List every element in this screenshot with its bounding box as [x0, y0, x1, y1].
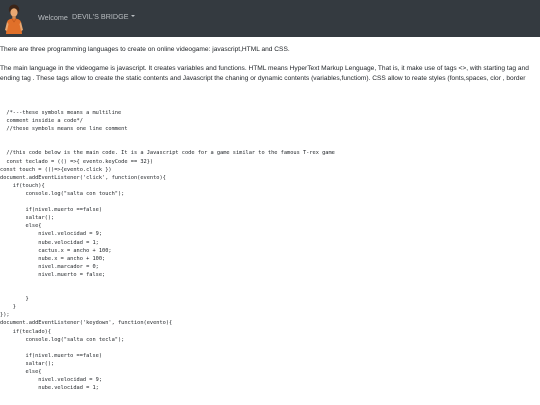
description-paragraph: The main language in the videogame is ja…: [0, 65, 529, 82]
user-menu-label: DEVIL'S BRIDGE: [72, 12, 129, 21]
avatar[interactable]: [4, 3, 24, 34]
intro-paragraph: There are three programming languages to…: [0, 46, 290, 53]
welcome-text: Welcome: [38, 13, 68, 22]
top-navbar: Welcome DEVIL'S BRIDGE: [0, 0, 540, 37]
caret-down-icon: [130, 15, 135, 18]
code-block: /*---these symbols means a multiline com…: [0, 110, 335, 392]
user-menu-dropdown[interactable]: DEVIL'S BRIDGE: [72, 12, 135, 21]
